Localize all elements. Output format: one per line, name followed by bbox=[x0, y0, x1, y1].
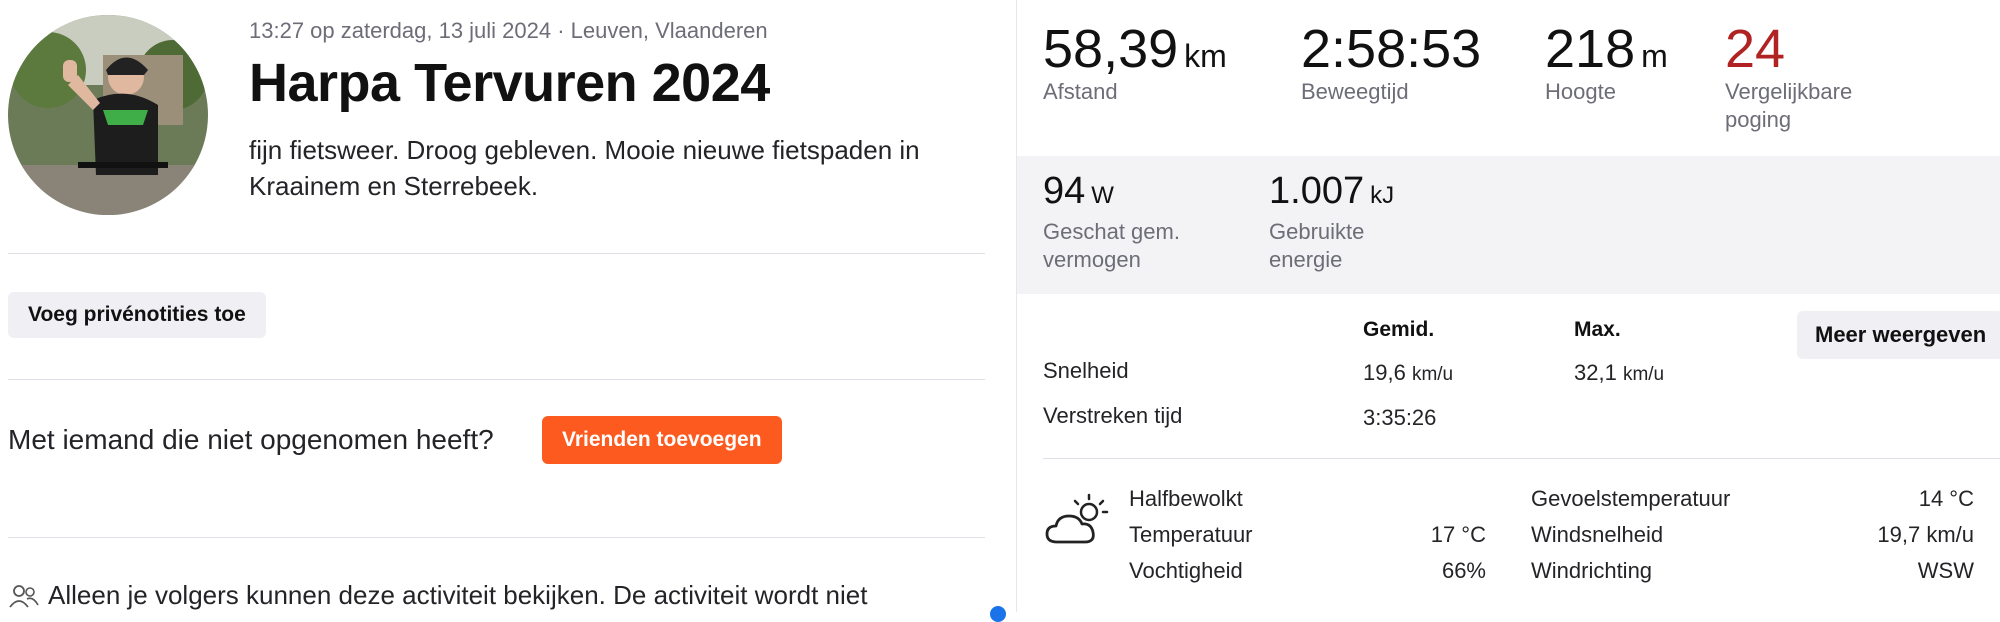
speed-max-unit: km/u bbox=[1622, 364, 1665, 385]
energy-value: 1.007 bbox=[1269, 170, 1365, 212]
add-friends-button[interactable]: Vrienden toevoegen bbox=[542, 416, 782, 464]
divider bbox=[8, 253, 985, 254]
speed-avg-unit: km/u bbox=[1411, 364, 1454, 385]
elevation-unit: m bbox=[1641, 38, 1668, 74]
privacy-notice: Alleen je volgers kunnen deze activiteit… bbox=[8, 580, 867, 611]
energy-unit: kJ bbox=[1370, 182, 1395, 209]
wind-speed-value: 19,7 km/u bbox=[1877, 522, 1974, 547]
divider bbox=[1043, 458, 2000, 459]
speed-avg: 19,6 km/u bbox=[1363, 360, 1453, 386]
stat-distance-value: 58,39 km bbox=[1043, 18, 1227, 80]
column-separator bbox=[1016, 0, 1017, 612]
stat-energy-label: Gebruikte energie bbox=[1269, 219, 1365, 272]
column-header-avg: Gemid. bbox=[1363, 318, 1435, 341]
stat-avg-power-label: Geschat gem. vermogen bbox=[1043, 219, 1180, 272]
distance-value: 58,39 bbox=[1043, 19, 1179, 79]
avg-power-value: 94 bbox=[1043, 170, 1086, 212]
stat-efforts-label: Vergelijkbare poging bbox=[1725, 79, 1853, 132]
divider bbox=[8, 537, 985, 538]
divider bbox=[8, 379, 985, 380]
stat-elevation-label: Hoogte bbox=[1545, 79, 1616, 104]
feels-like-label: Gevoelstemperatuur bbox=[1531, 486, 1731, 511]
humidity-label: Vochtigheid bbox=[1129, 558, 1243, 583]
activity-meta: 13:27 op zaterdag, 13 juli 2024 · Leuven… bbox=[249, 18, 768, 43]
humidity-value: 66% bbox=[1441, 558, 1486, 583]
activity-description: fijn fietsweer. Droog gebleven. Mooie ni… bbox=[249, 135, 920, 201]
athlete-avatar[interactable] bbox=[8, 15, 208, 215]
wind-direction-value: WSW bbox=[1917, 558, 1974, 583]
wind-direction-label: Windrichting bbox=[1531, 558, 1653, 583]
distance-unit: km bbox=[1184, 38, 1227, 74]
elevation-value: 218 bbox=[1545, 19, 1636, 79]
add-private-notes-button[interactable]: Voeg privénotities toe bbox=[8, 292, 266, 338]
stat-energy-value: 1.007 kJ bbox=[1269, 170, 1394, 213]
weather-condition: Halfbewolkt bbox=[1129, 486, 1243, 511]
stat-efforts-value[interactable]: 24 bbox=[1725, 18, 1785, 80]
privacy-text: Alleen je volgers kunnen deze activiteit… bbox=[48, 580, 868, 610]
temperature-label: Temperatuur bbox=[1129, 522, 1253, 547]
stat-distance-label: Afstand bbox=[1043, 79, 1118, 104]
stat-moving-time-value: 2:58:53 bbox=[1301, 19, 1482, 79]
column-header-max: Max. bbox=[1574, 318, 1621, 341]
speed-label: Snelheid bbox=[1043, 358, 1129, 383]
activity-title[interactable]: Harpa Tervuren 2024 bbox=[249, 52, 770, 114]
wind-speed-label: Windsnelheid bbox=[1531, 522, 1664, 547]
avg-power-unit: W bbox=[1091, 182, 1114, 209]
elapsed-time-value: 3:35:26 bbox=[1363, 405, 1437, 430]
elapsed-time-label: Verstreken tijd bbox=[1043, 403, 1183, 428]
partly-cloudy-icon bbox=[1045, 493, 1109, 544]
stat-avg-power-value: 94 W bbox=[1043, 170, 1114, 213]
speed-avg-value: 19,6 bbox=[1363, 360, 1406, 385]
people-icon bbox=[9, 584, 39, 608]
speed-max: 32,1 km/u bbox=[1574, 360, 1664, 386]
show-more-button[interactable]: Meer weergeven bbox=[1797, 311, 2000, 359]
stat-elevation-value: 218 m bbox=[1545, 18, 1668, 80]
athlete-photo-icon bbox=[8, 15, 208, 215]
stat-moving-time-label: Beweegtijd bbox=[1301, 79, 1409, 104]
speed-max-value: 32,1 bbox=[1574, 360, 1617, 385]
temperature-value: 17 °C bbox=[1430, 522, 1486, 547]
feels-like-value: 14 °C bbox=[1918, 486, 1974, 511]
status-dot bbox=[990, 606, 1006, 622]
friends-question: Met iemand die niet opgenomen heeft? bbox=[8, 424, 494, 455]
